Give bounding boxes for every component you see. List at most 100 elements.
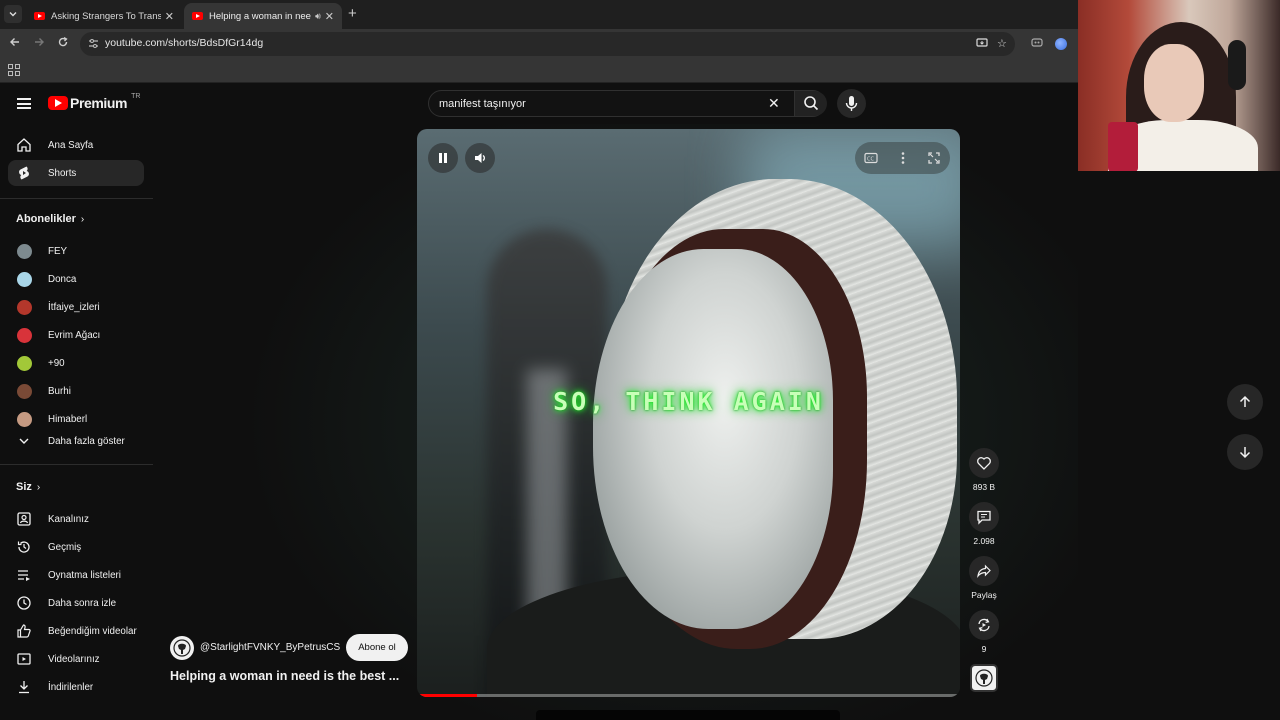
sidebar-item-download[interactable]: İndirilenler [8,674,144,700]
sound-button[interactable] [970,664,998,692]
sidebar-item-shorts[interactable]: Shorts [8,160,144,186]
channel-avatar [16,411,32,427]
bookmarks-bar [0,59,1078,83]
channel-avatar [16,271,32,287]
remix-action: 9 [966,610,1002,654]
share-button[interactable] [969,556,999,586]
playlist-icon [16,567,32,583]
sidebar-item-subscription[interactable]: Donca [8,266,144,292]
browser-tab[interactable]: Asking Strangers To Transform ✕ [26,3,182,29]
logo-text: Premium [70,95,128,111]
tab-search-button[interactable] [4,5,22,23]
comment-button[interactable] [969,502,999,532]
channel-name[interactable]: @StarlightFVNKY_ByPetrusCS [200,642,340,653]
channel-avatar [16,327,32,343]
pause-button[interactable] [428,143,458,173]
sidebar-item-label: +90 [48,357,65,369]
comment-icon [977,510,991,525]
site-info-icon[interactable] [88,38,100,50]
channel-icon [16,511,32,527]
bookmark-star-icon[interactable]: ☆ [997,37,1007,50]
address-bar[interactable]: youtube.com/shorts/BdsDfGr14dg ☆ [80,32,1015,56]
subscribe-button[interactable]: Abone ol [346,634,408,661]
youtube-favicon-icon [192,12,203,20]
chevron-right-icon: › [80,214,85,225]
avatar [16,271,32,287]
sidebar-item-home[interactable]: Ana Sayfa [8,132,144,158]
section-title: Abonelikler [16,213,76,225]
sidebar-item-video[interactable]: Videolarınız [8,646,144,672]
you-heading[interactable]: Siz › [16,481,40,493]
search-button[interactable] [794,91,827,116]
download-icon [16,679,32,695]
volume-button[interactable] [465,143,495,173]
more-options-icon[interactable] [896,151,910,165]
show-more-button[interactable]: Daha fazla göster [8,428,144,454]
comment-count: 2.098 [973,536,995,546]
browser-tab-active[interactable]: Helping a woman in need i 🔊︎ ✕ [184,3,342,29]
arrow-up-icon [1239,395,1251,407]
avatar [16,383,32,399]
remix-button[interactable] [969,610,999,640]
close-icon[interactable]: ✕ [325,10,334,23]
reload-icon[interactable] [54,35,72,53]
sidebar-item-subscription[interactable]: Evrim Ağacı [8,322,144,348]
youtube-premium-logo[interactable]: Premium TR [48,93,140,111]
url-text: youtube.com/shorts/BdsDfGr14dg [105,37,264,49]
sidebar-item-history[interactable]: Geçmiş [8,534,144,560]
browser-tabstrip: Asking Strangers To Transform ✕ Helping … [0,0,1078,29]
video-icon [16,651,32,667]
video-progress-bar[interactable] [417,694,960,697]
home-icon [16,137,32,153]
install-app-icon[interactable] [976,37,988,52]
apps-grid-icon[interactable] [8,64,20,76]
like-action: 893 B [966,448,1002,492]
short-title[interactable]: Helping a woman in need is the best ... [170,669,410,683]
divider [0,198,153,199]
short-video-player[interactable]: SO, THINK AGAIN CC [417,129,960,697]
closed-captions-icon[interactable]: CC [864,151,878,165]
back-arrow-icon[interactable] [6,35,24,53]
channel-logo-icon [975,669,993,687]
channel-avatar[interactable] [170,635,194,660]
channel-logo-icon [173,638,191,657]
sidebar-item-thumbs-up[interactable]: Beğendiğim videolar [8,618,144,644]
sidebar: Ana Sayfa Shorts Abonelikler › FEY Donca İt… [0,124,155,720]
like-button[interactable] [969,448,999,478]
speaker-icon[interactable]: 🔊︎ [315,11,321,22]
forward-arrow-icon[interactable] [30,35,48,53]
fullscreen-icon[interactable] [927,151,941,165]
sidebar-item-label: FEY [48,245,68,257]
new-tab-button[interactable]: + [348,5,357,22]
channel-avatar [16,243,32,259]
menu-icon[interactable] [17,98,31,109]
sidebar-item-subscription[interactable]: İtfaiye_izleri [8,294,144,320]
pause-icon [439,153,447,163]
search-input[interactable]: manifest taşınıyor [439,98,526,110]
subscriptions-heading[interactable]: Abonelikler › [16,213,84,225]
close-icon[interactable]: ✕ [165,10,174,23]
thumbs-up-icon [16,623,32,639]
profile-avatar[interactable] [1055,38,1067,50]
sidebar-item-subscription[interactable]: Burhi [8,378,144,404]
sidebar-item-subscription[interactable]: FEY [8,238,144,264]
sidebar-item-channel[interactable]: Kanalınız [8,506,144,532]
clear-search-icon[interactable]: ✕ [768,95,780,112]
extensions-icon[interactable] [1028,35,1046,53]
voice-search-button[interactable] [837,89,866,118]
sidebar-item-label: İtfaiye_izleri [48,301,100,313]
tab-title: Asking Strangers To Transform [51,10,161,22]
webcam-image [1144,44,1204,122]
sidebar-item-label: Donca [48,273,77,285]
sidebar-item-label: Evrim Ağacı [48,329,101,341]
previous-short-button[interactable] [1227,384,1263,420]
search-box[interactable]: manifest taşınıyor ✕ [428,90,827,117]
sidebar-item-label: Videolarınız [48,653,100,665]
remix-icon [978,618,990,632]
heart-icon [977,457,991,470]
sidebar-item-playlist[interactable]: Oynatma listeleri [8,562,144,588]
sidebar-item-clock[interactable]: Daha sonra izle [8,590,144,616]
next-short-button[interactable] [1227,434,1263,470]
sidebar-item-subscription[interactable]: +90 [8,350,144,376]
sidebar-item-label: Himaberl [48,413,88,425]
